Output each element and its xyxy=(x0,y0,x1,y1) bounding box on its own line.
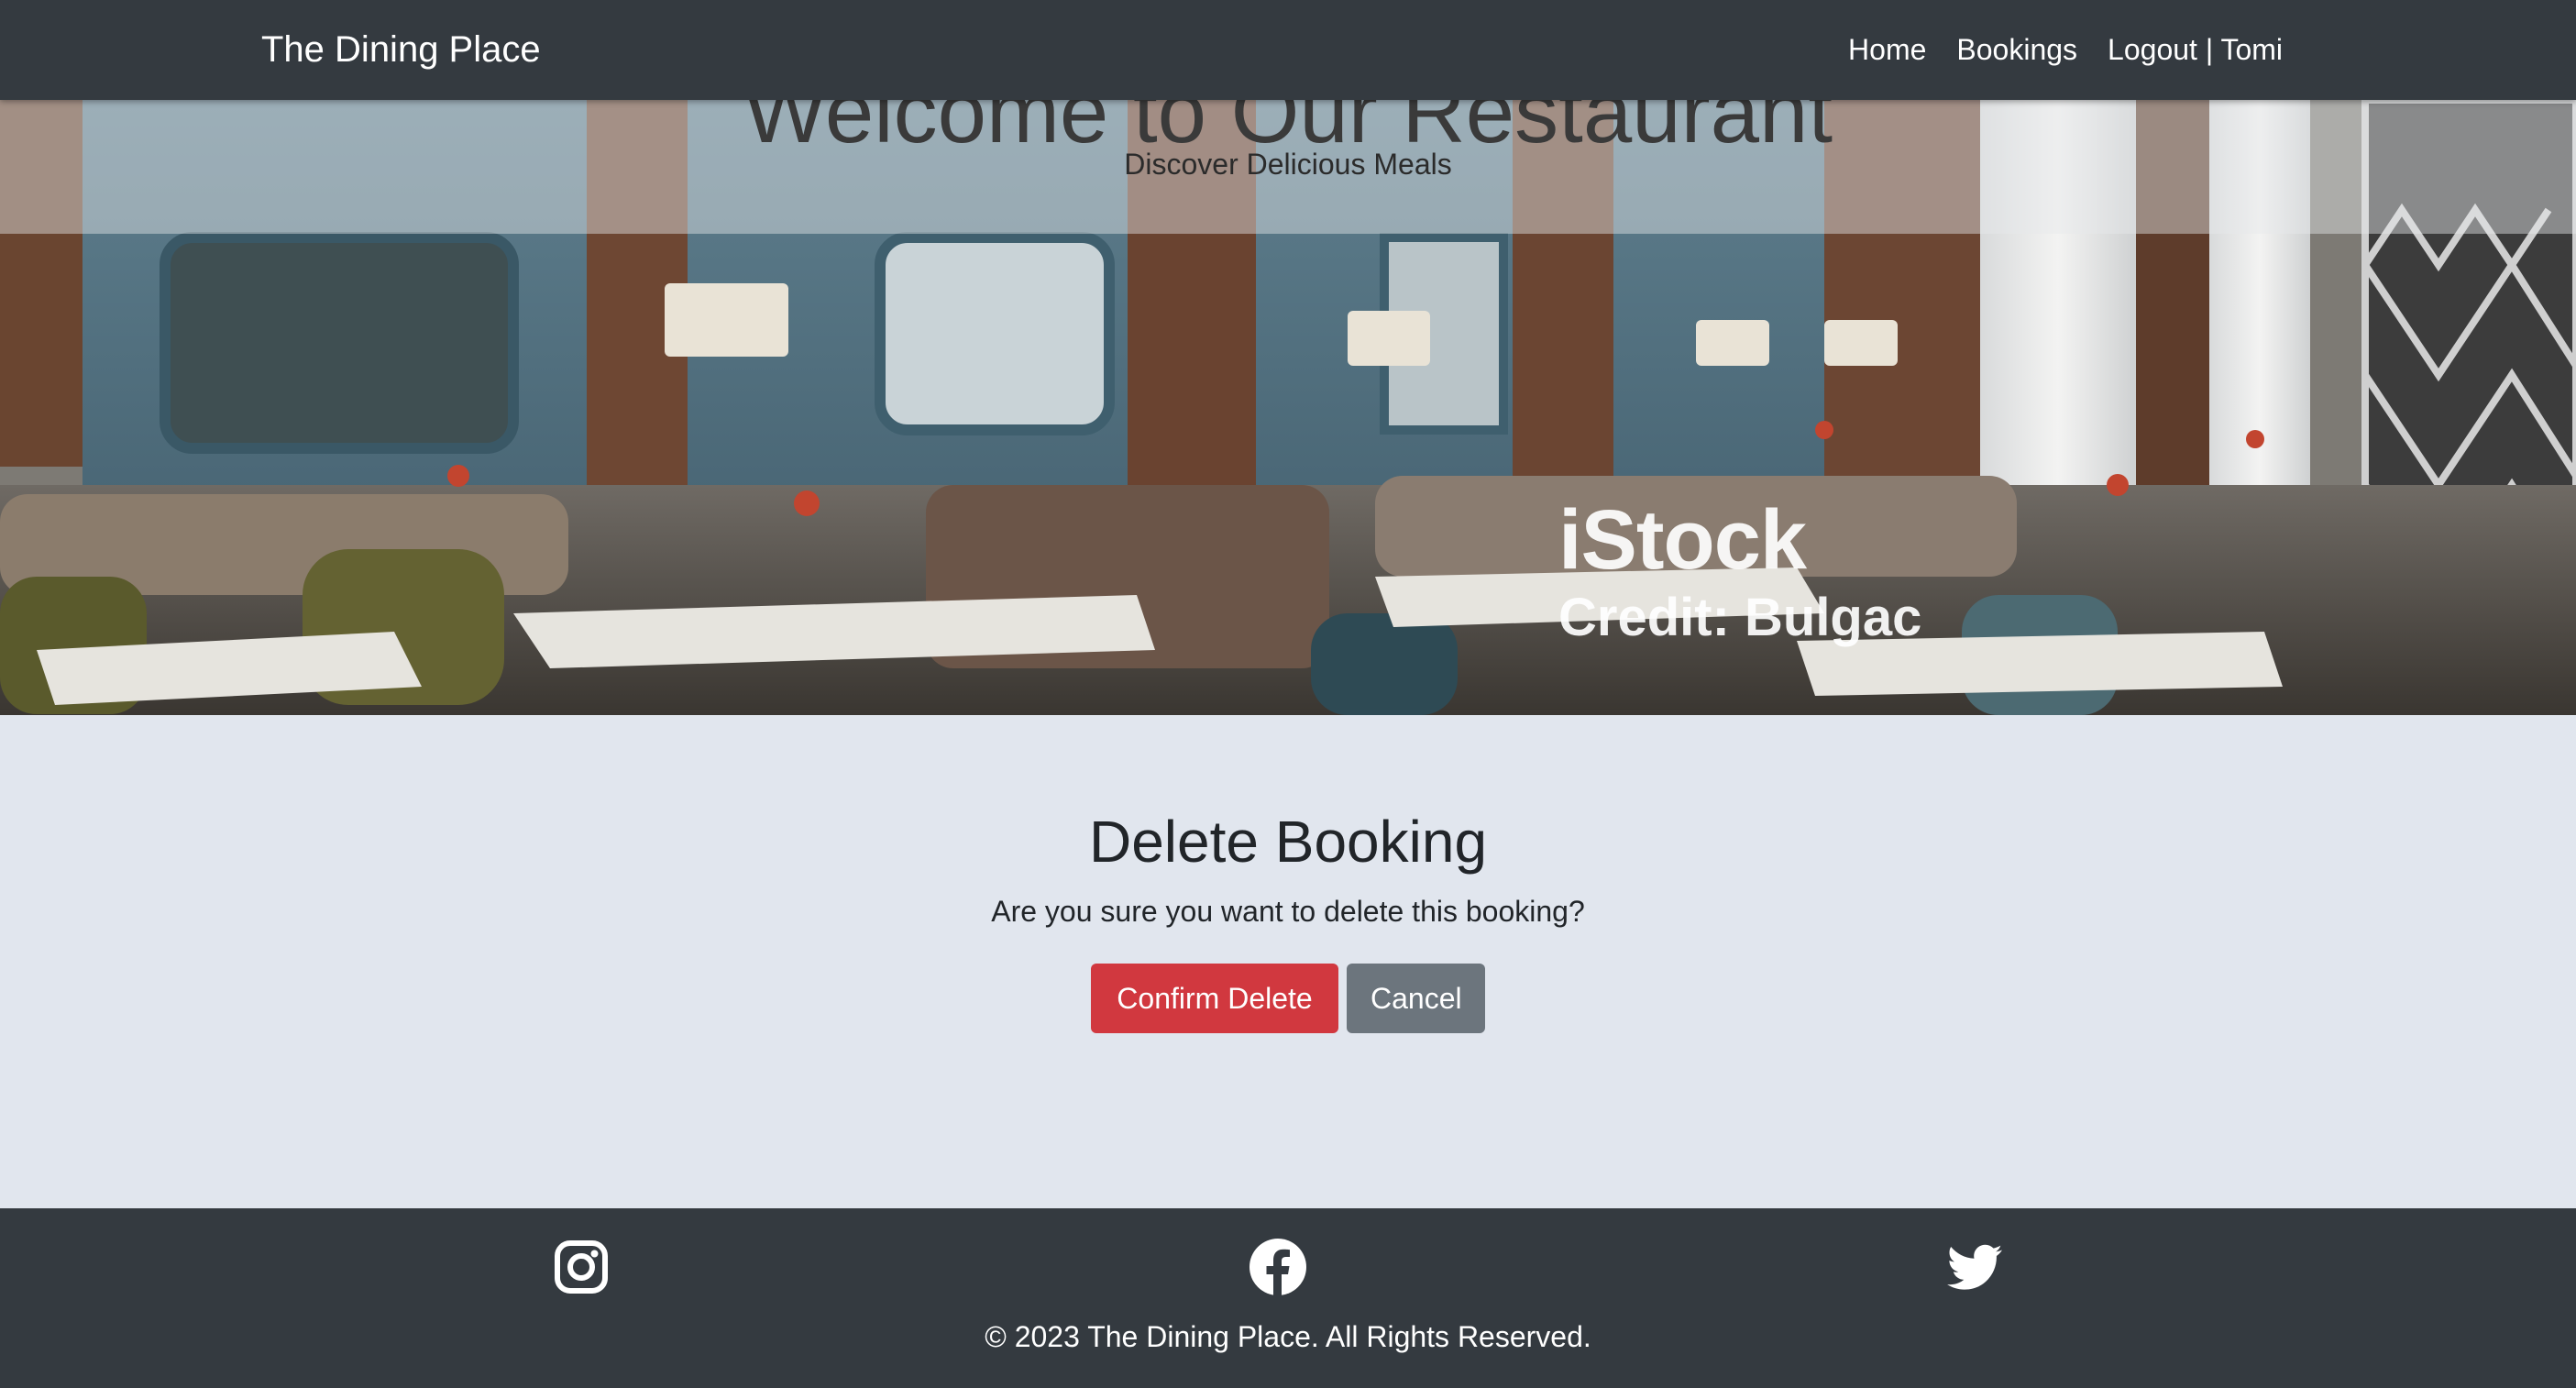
stock-watermark: iStock Credit: Bulgac xyxy=(1558,494,1921,650)
page: The Dining Place Home Bookings Logout | … xyxy=(0,0,2576,1388)
action-buttons: Confirm Delete Cancel xyxy=(0,964,2576,1033)
footer: © 2023 The Dining Place. All Rights Rese… xyxy=(0,1208,2576,1388)
brand-link[interactable]: The Dining Place xyxy=(261,28,541,72)
nav-logout-link[interactable]: Logout | Tomi xyxy=(2108,28,2283,72)
delete-booking-section: Delete Booking Are you sure you want to … xyxy=(0,715,2576,1208)
nav-links: Home Bookings Logout | Tomi xyxy=(1848,28,2283,72)
copyright-text: © 2023 The Dining Place. All Rights Rese… xyxy=(985,1320,1591,1353)
cancel-button[interactable]: Cancel xyxy=(1347,964,1485,1033)
twitter-icon[interactable] xyxy=(1945,1238,2004,1296)
watermark-brand: iStock xyxy=(1558,493,1807,587)
confirm-delete-button[interactable]: Confirm Delete xyxy=(1091,964,1338,1033)
confirmation-question: Are you sure you want to delete this boo… xyxy=(991,895,1585,928)
hero-subtitle: Discover Delicious Meals xyxy=(1124,148,1452,181)
navbar: The Dining Place Home Bookings Logout | … xyxy=(0,0,2576,100)
nav-bookings-link[interactable]: Bookings xyxy=(1956,28,2077,72)
instagram-icon[interactable] xyxy=(552,1238,611,1296)
page-title: Delete Booking xyxy=(1088,809,1488,875)
hero-banner: Welcome to Our Restaurant Discover Delic… xyxy=(0,100,2576,715)
nav-home-link[interactable]: Home xyxy=(1848,28,1926,72)
watermark-credit: Credit: Bulgac xyxy=(1558,588,1922,647)
facebook-icon[interactable] xyxy=(1249,1238,1307,1296)
